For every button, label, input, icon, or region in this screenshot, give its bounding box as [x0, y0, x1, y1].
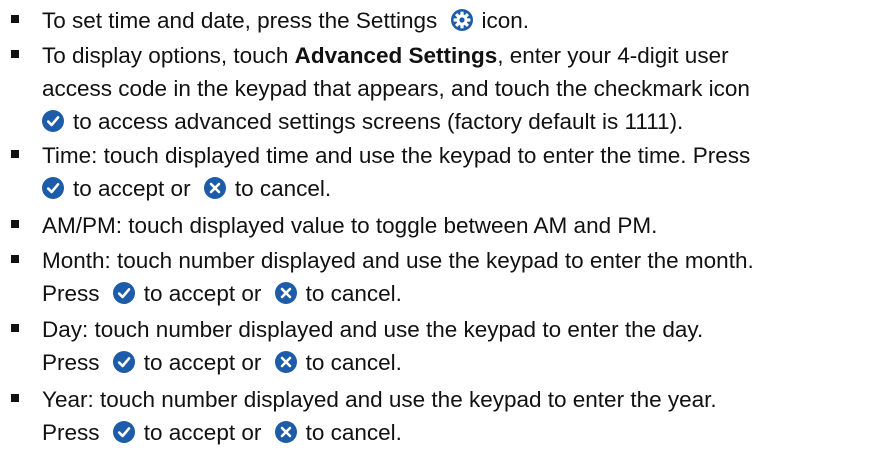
item-line: Press to accept or to cancel. — [42, 347, 402, 378]
bullet-marker — [11, 220, 19, 228]
checkmark-icon — [112, 351, 135, 374]
cancel-x-icon — [274, 421, 297, 444]
item-text: to access advanced settings screens (fac… — [73, 109, 684, 134]
item-text: Press — [42, 350, 100, 375]
item-line: Press to accept or to cancel. — [42, 417, 402, 448]
bullet-marker — [11, 324, 19, 332]
item-line: access code in the keypad that appears, … — [42, 73, 750, 104]
item-text: AM/PM: touch displayed value to toggle b… — [42, 213, 658, 238]
item-text: Time: touch displayed time and use the k… — [42, 143, 751, 168]
checkmark-icon — [112, 421, 135, 444]
item-line: To display options, touch Advanced Setti… — [42, 40, 729, 71]
item-line: Day: touch number displayed and use the … — [42, 314, 703, 345]
item-text: to accept or — [143, 350, 262, 375]
item-line: Press to accept or to cancel. — [42, 278, 402, 309]
bullet-marker — [11, 255, 19, 263]
cancel-x-icon — [203, 177, 226, 200]
item-text: Day: touch number displayed and use the … — [42, 317, 704, 342]
item-text: to cancel. — [305, 281, 402, 306]
item-text: Press — [42, 420, 100, 445]
item-text: to accept or — [143, 281, 262, 306]
item-text: to accept or — [143, 420, 262, 445]
item-line: AM/PM: touch displayed value to toggle b… — [42, 210, 657, 241]
checkmark-icon — [42, 177, 64, 200]
item-text: To display options, touch — [42, 43, 289, 68]
item-text: access code in the keypad that appears, … — [42, 76, 750, 101]
item-text: to accept or — [73, 176, 191, 201]
item-text: to cancel. — [234, 176, 332, 201]
item-text: Press — [42, 281, 100, 306]
bullet-marker — [11, 15, 19, 23]
instruction-document: To set time and date, press the Settings… — [0, 0, 885, 461]
checkmark-icon — [112, 282, 135, 305]
item-line: Month: touch number displayed and use th… — [42, 245, 754, 276]
settings-gear-icon — [450, 9, 473, 32]
checkmark-icon — [42, 110, 64, 133]
item-text: Month: touch number displayed and use th… — [42, 248, 754, 273]
item-line: to access advanced settings screens (fac… — [42, 106, 683, 137]
item-text: Year: touch number displayed and use the… — [42, 387, 717, 412]
item-text: icon. — [481, 8, 530, 33]
bullet-marker — [11, 50, 19, 58]
item-line: Year: touch number displayed and use the… — [42, 384, 717, 415]
cancel-x-icon — [274, 351, 297, 374]
item-line: Time: touch displayed time and use the k… — [42, 140, 750, 171]
item-text: , enter your 4-digit user — [497, 43, 729, 68]
bullet-marker — [11, 394, 19, 402]
bullet-marker — [11, 150, 19, 158]
advanced-settings-label: Advanced Settings — [294, 43, 498, 68]
item-text: to cancel. — [305, 350, 402, 375]
item-line: To set time and date, press the Settings… — [42, 5, 529, 36]
item-line: to accept or to cancel. — [42, 173, 331, 204]
cancel-x-icon — [274, 282, 297, 305]
item-text: To set time and date, press the Settings — [42, 8, 438, 33]
item-text: to cancel. — [305, 420, 402, 445]
